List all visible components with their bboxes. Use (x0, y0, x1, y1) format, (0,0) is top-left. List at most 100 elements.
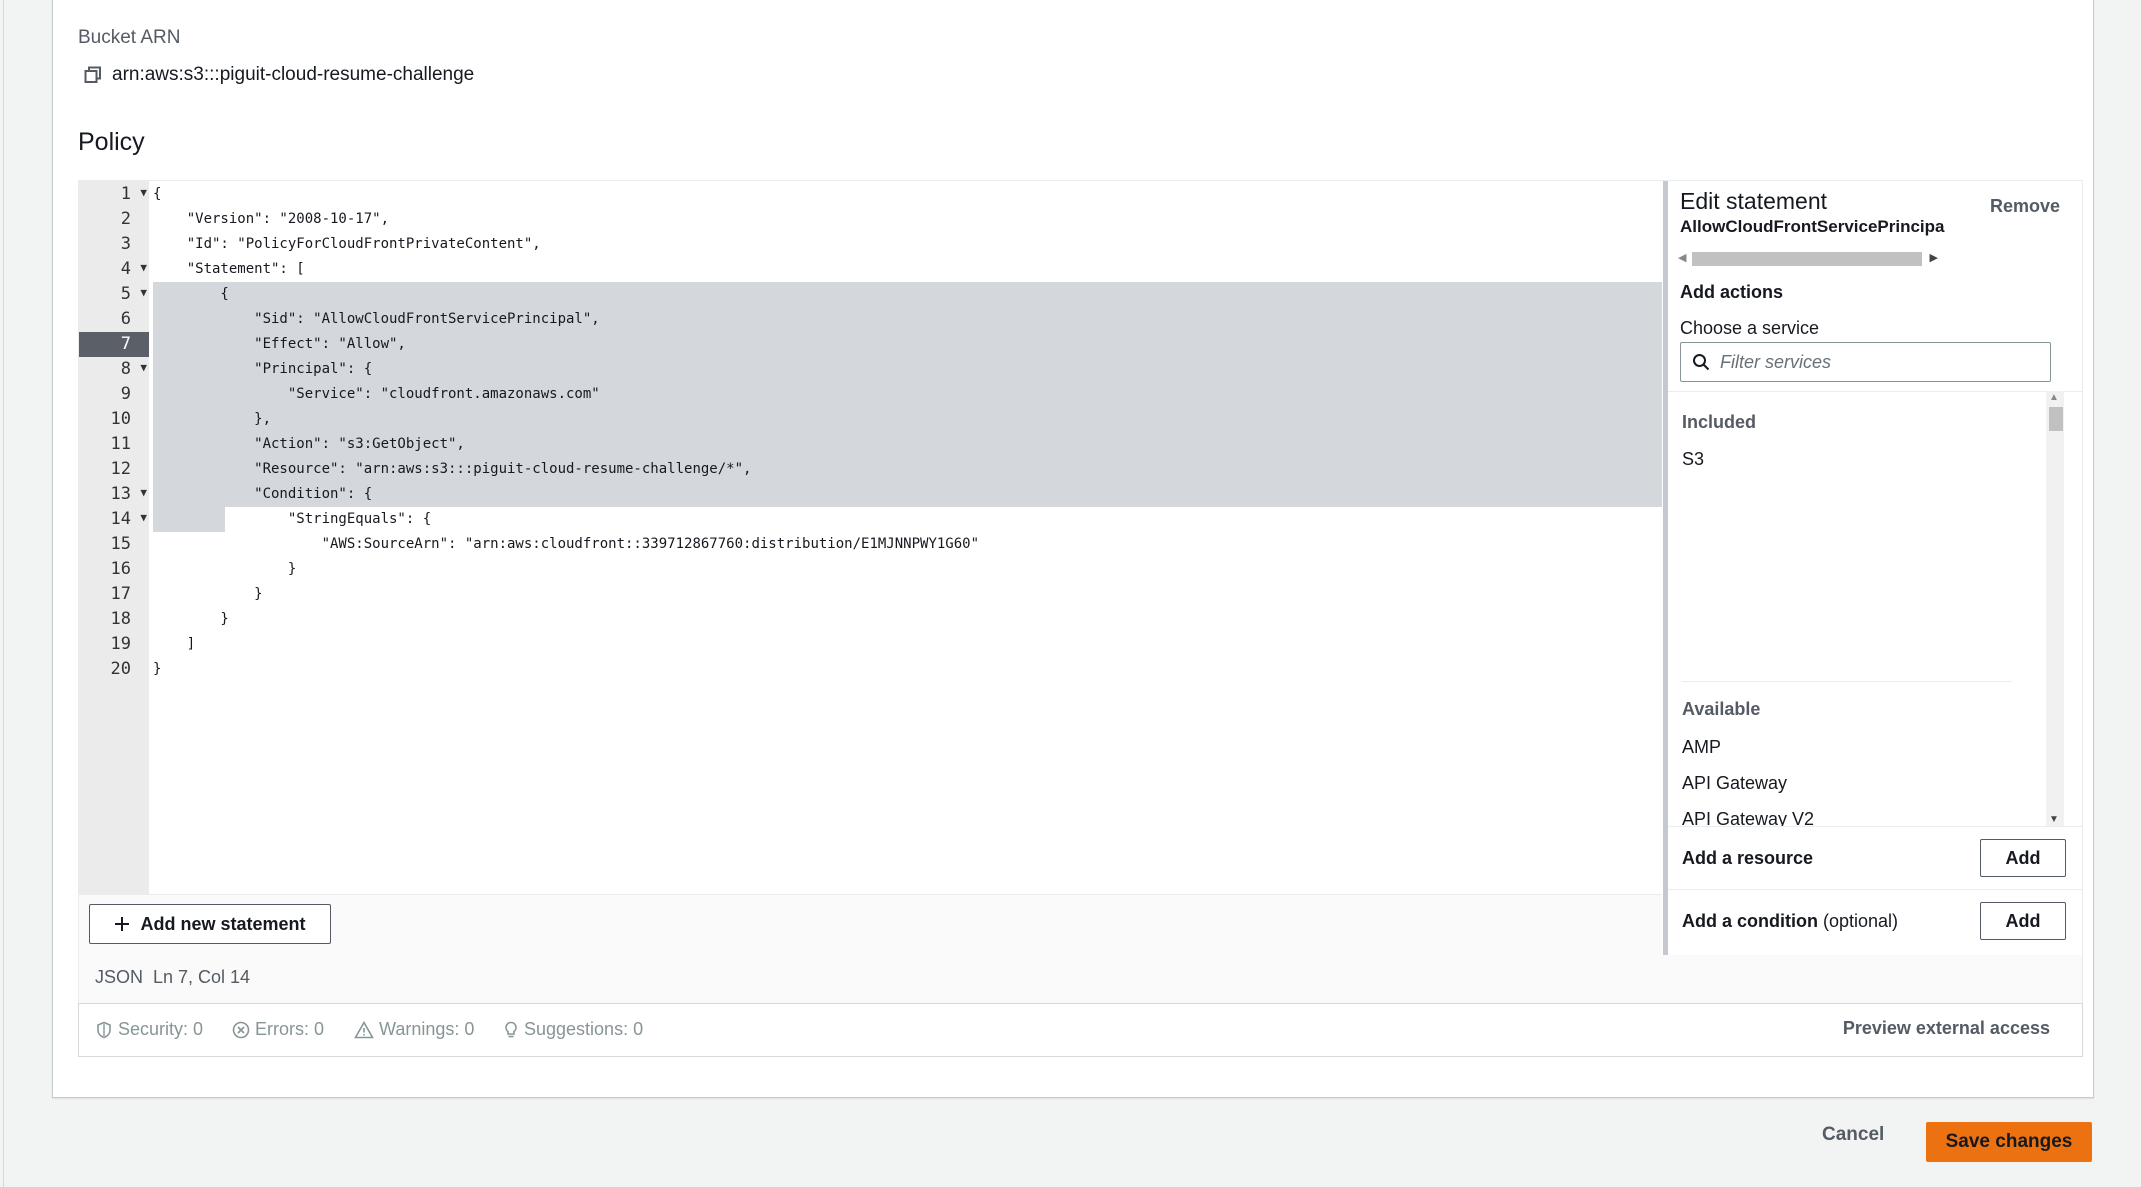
line-number-text: 15 (110, 534, 131, 554)
code-line: } (153, 561, 297, 577)
line-number-text: 1 (120, 184, 131, 204)
line-number: 17 (79, 582, 149, 607)
security-findings[interactable]: Security: 0 (95, 1019, 203, 1040)
edit-statement-title: Edit statement (1680, 188, 1828, 214)
line-number-text: 16 (110, 559, 131, 579)
line-number: 20 (79, 657, 149, 682)
code-line: "Effect": "Allow", (153, 336, 406, 352)
line-number: 7 (79, 332, 149, 357)
code-line: } (153, 661, 162, 677)
code-line: { (153, 186, 162, 202)
code-line: "Version": "2008-10-17", (153, 211, 390, 227)
code-line: "Statement": [ (153, 261, 305, 277)
code-line: "Service": "cloudfront.amazonaws.com" (153, 386, 600, 402)
service-item[interactable]: S3 (1682, 449, 1704, 470)
scrollbar-thumb[interactable] (1692, 252, 1922, 266)
fold-toggle-icon[interactable]: ▼ (140, 261, 147, 274)
suggestion-count: Suggestions: 0 (524, 1019, 644, 1039)
scroll-down-icon[interactable]: ▼ (2049, 814, 2059, 825)
shield-icon (97, 1021, 111, 1038)
line-number: 11 (79, 432, 149, 457)
warning-count: Warnings: 0 (379, 1019, 475, 1039)
add-condition-label: Add a condition (optional) (1682, 911, 1898, 932)
security-count: Security: 0 (118, 1019, 204, 1039)
error-icon (232, 1021, 250, 1038)
scroll-left-icon[interactable]: ◀ (1678, 251, 1686, 264)
suggestion-findings[interactable]: Suggestions: 0 (503, 1019, 643, 1040)
bucket-arn-row: arn:aws:s3:::piguit-cloud-resume-challen… (84, 64, 474, 86)
filter-services-input[interactable]: Filter services (1680, 342, 2051, 382)
horizontal-scrollbar[interactable]: ◀ ▶ (1678, 249, 1948, 266)
line-number: 9 (79, 382, 149, 407)
line-number: 15 (79, 532, 149, 557)
included-heading: Included (1682, 412, 1757, 432)
line-number-text: 5 (120, 284, 131, 304)
copy-icon[interactable] (84, 66, 102, 84)
code-line: "Resource": "arn:aws:s3:::piguit-cloud-r… (153, 461, 752, 477)
line-number-text: 3 (120, 234, 131, 254)
line-number-text: 8 (120, 359, 131, 379)
service-item[interactable]: API Gateway V2 (1682, 809, 1814, 827)
bucket-arn-value: arn:aws:s3:::piguit-cloud-resume-challen… (112, 64, 475, 85)
scroll-right-icon[interactable]: ▶ (1930, 251, 1938, 264)
edit-statement-panel: Edit statement Remove AllowCloudFrontSer… (1668, 181, 2082, 956)
fold-toggle-icon[interactable]: ▼ (140, 186, 147, 199)
code-editor[interactable]: 1 ▼{2 "Version": "2008-10-17", 3 "Id": "Po… (79, 181, 1662, 894)
line-number: 18 (79, 607, 149, 632)
service-list-scrollbar[interactable]: ▲ ▼ (2046, 391, 2064, 826)
editor-status-bar: JSON Ln 7, Col 14 (78, 955, 2083, 1004)
save-changes-button[interactable]: Save changes (1926, 1122, 2092, 1162)
line-number-text: 6 (120, 309, 131, 329)
line-number: 19 (79, 632, 149, 657)
fold-toggle-icon[interactable]: ▼ (140, 511, 147, 524)
add-resource-label: Add a resource (1682, 848, 1814, 868)
fold-toggle-icon[interactable]: ▼ (140, 361, 147, 374)
service-item[interactable]: AMP (1682, 737, 1721, 758)
fold-toggle-icon[interactable]: ▼ (140, 286, 147, 299)
statement-sid: AllowCloudFrontServicePrincipal (1680, 217, 1945, 236)
scrollbar-thumb[interactable] (2049, 407, 2063, 431)
left-border (3, 0, 4, 1187)
add-resource-row: Add a resource Add (1668, 826, 2082, 889)
service-item[interactable]: API Gateway (1682, 773, 1787, 794)
warning-findings[interactable]: Warnings: 0 (354, 1019, 474, 1040)
line-number-text: 11 (110, 434, 131, 454)
line-number: 1 ▼ (79, 182, 149, 207)
service-list-divider (1682, 681, 2012, 682)
fold-toggle-icon[interactable]: ▼ (140, 486, 147, 499)
line-number-text: 9 (120, 384, 131, 404)
line-number: 8 ▼ (79, 357, 149, 382)
line-number-text: 18 (110, 609, 131, 629)
code-line: }, (153, 411, 272, 427)
line-number-text: 4 (120, 259, 131, 279)
code-line: "Sid": "AllowCloudFrontServicePrincipal"… (153, 311, 600, 327)
error-findings[interactable]: Errors: 0 (232, 1019, 324, 1040)
service-list: Included S3 Available AMP API Gateway API … (1668, 391, 2082, 827)
line-number: 2 (79, 207, 149, 232)
selection-highlight (153, 282, 1662, 307)
add-condition-button[interactable]: Add (1980, 902, 2066, 940)
line-number-text: 7 (120, 334, 131, 354)
add-new-statement-button[interactable]: Add new statement (89, 904, 331, 944)
add-resource-button[interactable]: Add (1980, 839, 2066, 877)
remove-statement-link[interactable]: Remove (1990, 196, 2060, 217)
code-line: } (153, 586, 263, 602)
line-number-text: 12 (110, 459, 131, 479)
line-number: 4 ▼ (79, 257, 149, 282)
preview-external-access-button[interactable]: Preview external access (1843, 1018, 2050, 1039)
policy-checks-bar: Security: 0 Errors: 0 Warnings: 0 Sugges… (78, 1003, 2083, 1057)
line-number-text: 17 (110, 584, 131, 604)
code-line: "Principal": { (153, 361, 373, 377)
search-icon (1692, 353, 1710, 371)
scroll-up-icon[interactable]: ▲ (2049, 392, 2059, 403)
line-number: 16 (79, 557, 149, 582)
line-number-text: 19 (110, 634, 131, 654)
code-line: "Id": "PolicyForCloudFrontPrivateContent… (153, 236, 541, 252)
bucket-arn-label: Bucket ARN (78, 27, 181, 48)
language-indicator: JSON (95, 967, 144, 987)
cancel-button[interactable]: Cancel (1822, 1124, 1884, 1146)
lightbulb-icon (505, 1021, 517, 1037)
line-number-text: 14 (110, 509, 131, 529)
code-line: "StringEquals": { (153, 511, 432, 527)
line-number: 6 (79, 307, 149, 332)
